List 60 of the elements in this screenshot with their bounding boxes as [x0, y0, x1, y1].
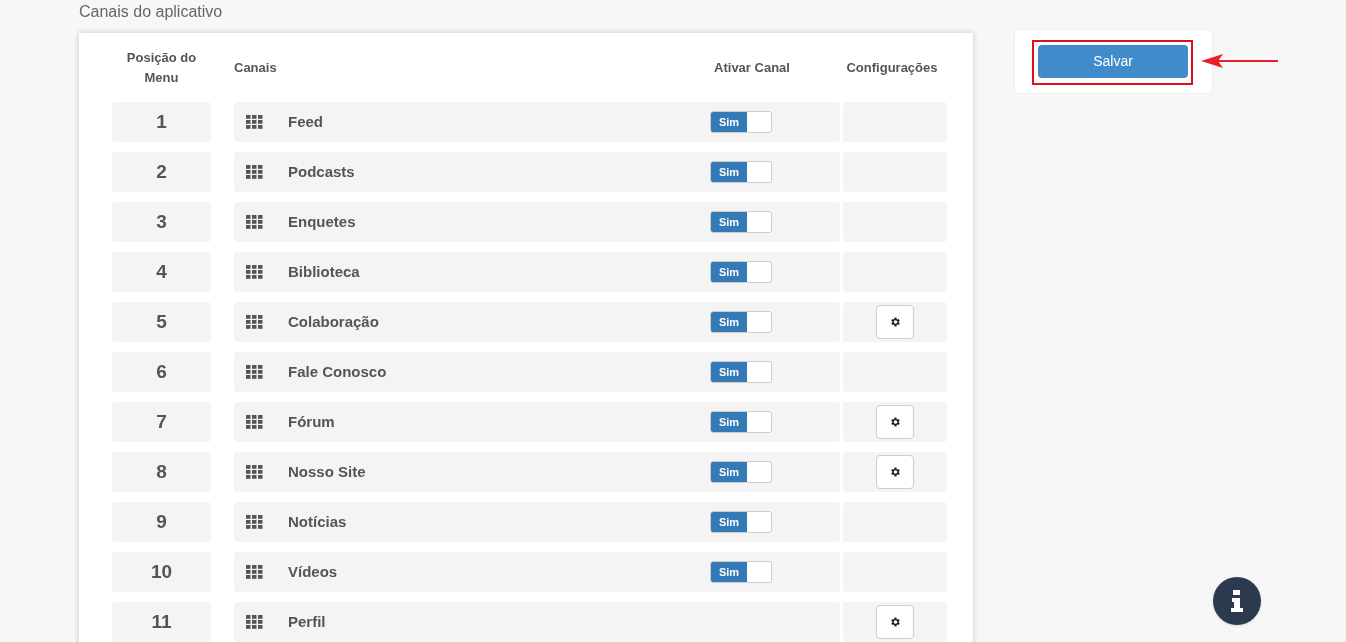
channel-name: Feed — [288, 111, 324, 132]
settings-icon — [889, 316, 901, 328]
settings-button[interactable] — [876, 605, 914, 639]
toggle-switch[interactable]: Sim — [710, 461, 772, 483]
toggle-switch[interactable]: Sim — [710, 561, 772, 583]
position-cell: 5 — [112, 302, 211, 342]
toggle-switch[interactable]: Sim — [710, 261, 772, 283]
settings-icon — [889, 616, 901, 628]
info-icon — [1231, 590, 1243, 612]
grid-icon[interactable] — [246, 465, 263, 479]
grid-icon[interactable] — [246, 565, 263, 579]
channel-name: Biblioteca — [288, 261, 361, 282]
column-header: Posição do Menu — [125, 48, 198, 87]
grid-icon[interactable] — [246, 515, 263, 529]
settings-icon — [889, 466, 901, 478]
grid-icon[interactable] — [246, 115, 263, 129]
toggle-switch[interactable]: Sim — [710, 411, 772, 433]
section-title: Canais do aplicativo — [79, 2, 224, 22]
toggle-switch[interactable]: Sim — [710, 311, 772, 333]
position-cell: 6 — [112, 352, 211, 392]
save-button[interactable]: Salvar — [1038, 45, 1188, 78]
grid-icon[interactable] — [246, 165, 263, 179]
settings-button[interactable] — [876, 405, 914, 439]
channel-name: Perfil — [288, 611, 327, 632]
channel-name: Fale Conosco — [288, 361, 388, 382]
grid-icon[interactable] — [246, 615, 263, 629]
channel-name: Fórum — [288, 411, 336, 432]
toggle-switch[interactable]: Sim — [710, 211, 772, 233]
grid-icon[interactable] — [246, 315, 263, 329]
position-cell: 1 — [112, 102, 211, 142]
settings-icon — [889, 416, 901, 428]
position-cell: 2 — [112, 152, 211, 192]
position-cell: 10 — [112, 552, 211, 592]
grid-icon[interactable] — [246, 215, 263, 229]
position-cell: 9 — [112, 502, 211, 542]
channel-name: Enquetes — [288, 211, 357, 232]
toggle-switch[interactable]: Sim — [710, 111, 772, 133]
toggle-switch[interactable]: Sim — [710, 361, 772, 383]
position-cell: 7 — [112, 402, 211, 442]
channel-name: Colaboração — [288, 311, 380, 332]
info-button[interactable] — [1213, 577, 1261, 625]
grid-icon[interactable] — [246, 265, 263, 279]
channel-name: Podcasts — [288, 161, 356, 182]
settings-button[interactable] — [876, 455, 914, 489]
channel-name: Notícias — [288, 511, 348, 532]
position-cell: 8 — [112, 452, 211, 492]
column-header: Canais — [234, 58, 278, 77]
channel-name: Vídeos — [288, 561, 339, 582]
settings-button[interactable] — [876, 305, 914, 339]
position-cell: 11 — [112, 602, 211, 642]
position-cell: 4 — [112, 252, 211, 292]
column-header: Configurações — [845, 58, 939, 77]
channel-name: Nosso Site — [288, 461, 367, 482]
grid-icon[interactable] — [246, 365, 263, 379]
toggle-switch[interactable]: Sim — [710, 161, 772, 183]
arrow-icon — [1201, 53, 1278, 69]
column-header: Ativar Canal — [713, 58, 791, 77]
toggle-switch[interactable]: Sim — [710, 511, 772, 533]
position-cell: 3 — [112, 202, 211, 242]
grid-icon[interactable] — [246, 415, 263, 429]
